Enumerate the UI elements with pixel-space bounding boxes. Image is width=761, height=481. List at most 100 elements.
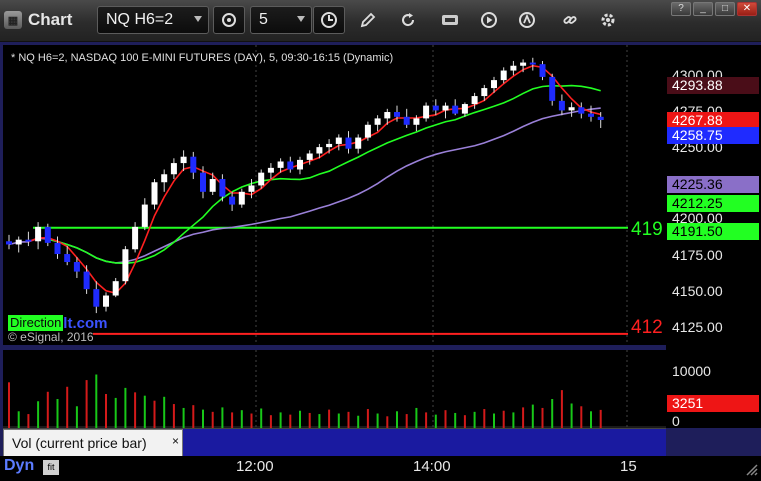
down-candle (588, 113, 594, 117)
down-candle (64, 254, 71, 263)
volume-bar (415, 407, 418, 428)
volume-bar (153, 400, 156, 428)
up-candle (180, 156, 187, 164)
purple-ma-line (8, 107, 601, 264)
down-candle (219, 179, 226, 197)
volume-bar (570, 403, 573, 428)
last-high-tag: 4293.88 (667, 77, 759, 94)
green-ma-line (47, 84, 601, 265)
volume-bar (493, 413, 495, 428)
up-candle (316, 147, 323, 154)
chevron-down-icon (297, 16, 305, 22)
volume-bar (8, 382, 10, 428)
help-button[interactable]: ? (671, 2, 691, 16)
volume-bar (512, 412, 515, 428)
up-candle (335, 137, 342, 144)
up-candle (423, 105, 430, 119)
up-candle (112, 281, 119, 296)
study-tab-volume[interactable]: Vol (current price bar) × (3, 429, 183, 457)
volume-bar (231, 412, 234, 428)
up-candle (326, 143, 333, 148)
volume-bar (192, 405, 195, 428)
chevron-down-icon (194, 16, 202, 22)
symbol-selector[interactable]: NQ H6=2 (97, 6, 209, 34)
down-candle (432, 105, 439, 111)
down-candle (529, 62, 536, 65)
resize-grip-icon[interactable] (743, 459, 759, 477)
time-template-button[interactable] (313, 6, 345, 34)
down-candle (345, 137, 352, 149)
close-icon[interactable]: × (172, 428, 179, 454)
up-candle (103, 295, 109, 307)
up-candle (306, 153, 313, 160)
up-candle (209, 179, 216, 192)
volume-pane[interactable] (3, 350, 666, 428)
brand-blue-text: lt.com (63, 314, 108, 332)
volume-bar (308, 412, 311, 428)
settings-button[interactable] (592, 6, 624, 34)
study-bar: Vol (current price bar) × (3, 428, 666, 457)
green-ma-tag: 4212.25 (667, 195, 759, 212)
volume-bar (269, 415, 272, 428)
volume-bar (473, 411, 476, 428)
alert-button[interactable] (511, 6, 543, 34)
volume-bar (211, 411, 214, 428)
volume-bar (502, 410, 505, 428)
volume-bar (66, 386, 69, 428)
play-icon (481, 12, 497, 28)
price-axis[interactable]: 4300.00 4275.00 4250.00 4200.00 4175.00 … (666, 45, 761, 429)
volume-bar (483, 409, 486, 428)
brand-watermark: Direction lt.com (8, 314, 108, 332)
price-tick: 4175.00 (672, 247, 723, 263)
copyright-watermark: © eSignal, 2016 (8, 330, 94, 344)
volume-bar (279, 412, 282, 428)
down-candle (200, 172, 206, 192)
data-window-button[interactable] (434, 6, 466, 34)
volume-bar (75, 406, 78, 428)
volume-bar (134, 392, 137, 428)
interval-settings-button[interactable] (213, 6, 245, 34)
volume-bar (289, 414, 292, 428)
price-tick: 4150.00 (672, 283, 723, 299)
price-pane[interactable]: * NQ H6=2, NASDAQ 100 E-MINI FUTURES (DA… (3, 45, 666, 345)
volume-bar (202, 409, 204, 428)
up-candle (238, 191, 245, 205)
dynamic-mode-label[interactable]: Dyn (4, 457, 34, 475)
draw-tool-button[interactable] (352, 6, 384, 34)
volume-bar (260, 408, 263, 428)
replay-button[interactable] (473, 6, 505, 34)
minimize-button[interactable]: _ (693, 2, 713, 16)
volume-bar (454, 412, 457, 428)
time-axis[interactable]: Dyn fit 12:00 14:00 15 (0, 456, 761, 481)
volume-bar (590, 411, 592, 428)
volume-bar (114, 397, 117, 428)
down-candle (73, 262, 80, 272)
refresh-button[interactable] (392, 6, 424, 34)
close-button[interactable]: ✕ (737, 2, 757, 16)
maximize-button[interactable]: □ (715, 2, 735, 16)
down-candle (597, 116, 604, 120)
up-candle (364, 124, 371, 138)
volume-tick: 0 (672, 413, 680, 429)
time-tick: 15 (620, 458, 637, 475)
volume-tick: 10000 (672, 363, 711, 379)
volume-bar (463, 415, 466, 428)
red-ma-line (28, 64, 601, 295)
down-candle (190, 156, 197, 173)
down-candle (25, 239, 32, 242)
link-button[interactable] (554, 6, 586, 34)
time-tick: 14:00 (413, 458, 451, 475)
volume-bar (318, 414, 321, 428)
volume-bar (434, 414, 437, 428)
volume-bar (386, 416, 389, 428)
interval-selector[interactable]: 5 (250, 6, 312, 34)
down-candle (44, 226, 51, 243)
fit-icon[interactable]: fit (43, 460, 59, 475)
up-candle (151, 182, 158, 205)
volume-value-tag: 3251 (667, 395, 759, 412)
up-candle (384, 112, 391, 119)
volume-bar (182, 407, 185, 428)
volume-bar (172, 404, 175, 428)
up-candle (471, 96, 478, 105)
clock-icon (321, 12, 337, 28)
